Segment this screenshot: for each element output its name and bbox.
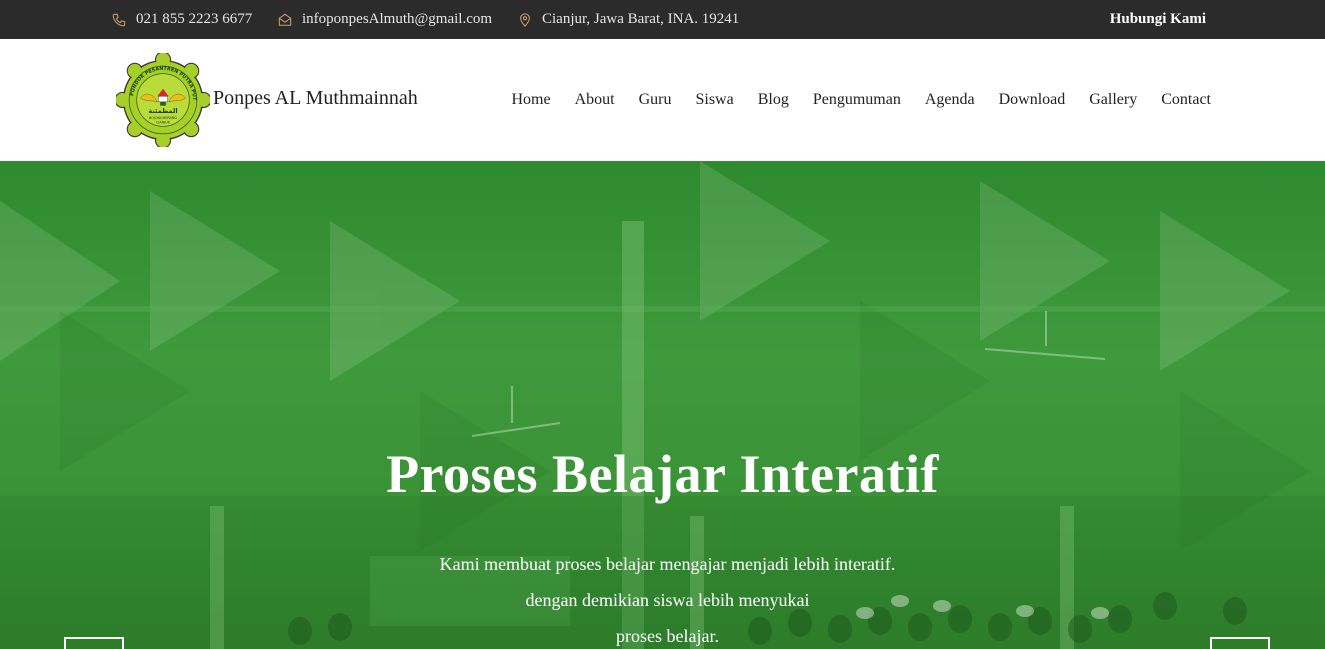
phone-contact[interactable]: 021 855 2223 6677	[112, 0, 252, 39]
site-header: PONDOK PESANTREN PUTRA PUTRI المطمئنة BO…	[0, 39, 1325, 161]
hero-line-2: dengan demikian siswa lebih menyukai	[525, 590, 810, 610]
nav-about[interactable]: About	[575, 91, 615, 109]
hero-line-3: proses belajar.	[616, 626, 719, 646]
address-text: Cianjur, Jawa Barat, INA. 19241	[542, 11, 740, 27]
email-contact[interactable]: infoponpesAlmuth@gmail.com	[278, 0, 492, 39]
nav-siswa[interactable]: Siswa	[695, 91, 733, 109]
logo-sub2: CIANJUR	[156, 121, 171, 125]
hero-slider: Proses Belajar Interatif Kami membuat pr…	[0, 161, 1325, 649]
top-bar: 021 855 2223 6677 infoponpesAlmuth@gmail…	[0, 0, 1325, 39]
nav-gallery[interactable]: Gallery	[1089, 91, 1137, 109]
nav-contact[interactable]: Contact	[1161, 91, 1211, 109]
address-contact: Cianjur, Jawa Barat, INA. 19241	[518, 0, 739, 39]
logo-sub1: BOJONGHERANG	[149, 116, 177, 120]
envelope-icon	[278, 13, 292, 26]
slider-prev-button[interactable]	[64, 637, 124, 649]
site-brand-name[interactable]: Ponpes AL Muthmainnah	[213, 87, 418, 110]
nav-blog[interactable]: Blog	[758, 91, 789, 109]
hero-title: Proses Belajar Interatif	[386, 444, 939, 504]
phone-icon	[112, 13, 126, 26]
slider-next-button[interactable]	[1210, 637, 1270, 649]
hero-description: Kami membuat proses belajar mengajar men…	[0, 546, 1325, 649]
site-logo[interactable]: PONDOK PESANTREN PUTRA PUTRI المطمئنة BO…	[116, 53, 210, 147]
nav-agenda[interactable]: Agenda	[925, 91, 975, 109]
nav-home[interactable]: Home	[511, 91, 550, 109]
email-address: infoponpesAlmuth@gmail.com	[302, 11, 493, 27]
nav-guru[interactable]: Guru	[639, 91, 672, 109]
contact-us-link[interactable]: Hubungi Kami	[1110, 0, 1206, 39]
map-pin-icon	[520, 12, 530, 27]
phone-number: 021 855 2223 6677	[136, 11, 253, 27]
hero-line-1: Kami membuat proses belajar mengajar men…	[439, 554, 896, 574]
main-nav: Home About Guru Siswa Blog Pengumuman Ag…	[487, 39, 1211, 161]
logo-arabic: المطمئنة	[148, 107, 177, 115]
nav-pengumuman[interactable]: Pengumuman	[813, 91, 901, 109]
nav-download[interactable]: Download	[999, 91, 1066, 109]
